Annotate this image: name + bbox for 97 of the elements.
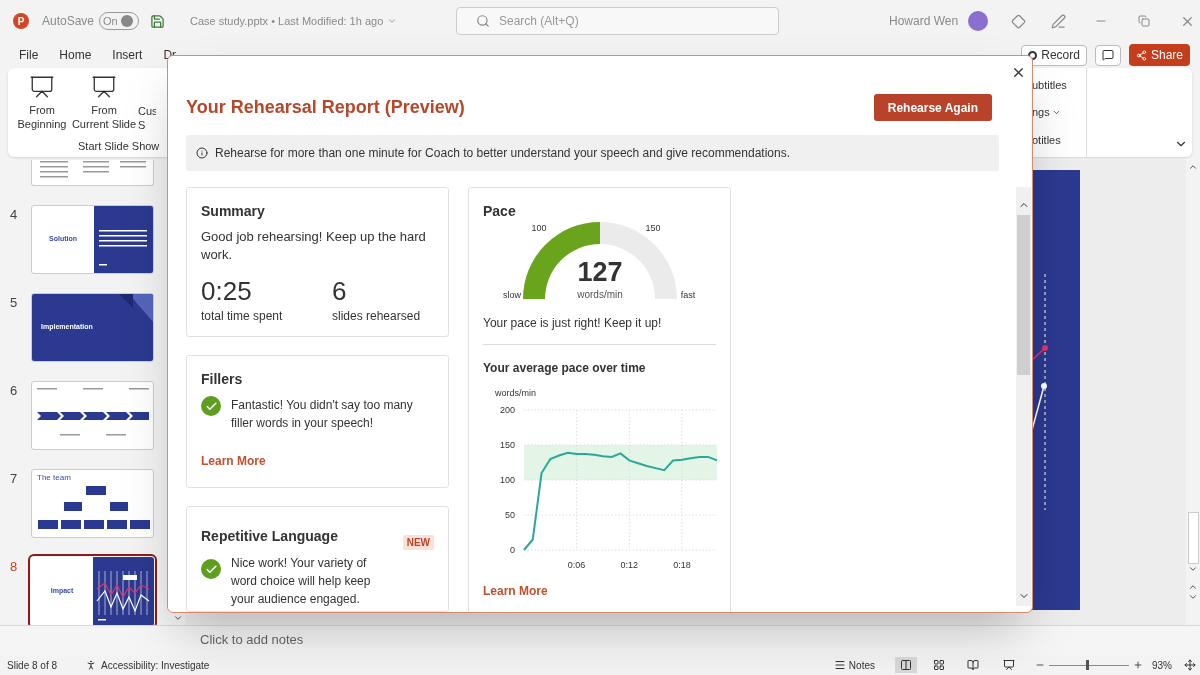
corner-shapes-drawing	[119, 294, 153, 324]
zoom-slider[interactable]	[1049, 660, 1129, 670]
slide-thumbnail[interactable]: The team	[31, 469, 154, 538]
next-slide-icon[interactable]	[1188, 592, 1198, 602]
y-tick-label: 200	[499, 405, 515, 415]
scroll-down-icon[interactable]	[173, 613, 183, 623]
zoom-level[interactable]: 93%	[1152, 657, 1172, 673]
card-message: Good job rehearsing! Keep up the hard work.	[201, 228, 427, 264]
restore-icon[interactable]	[1138, 15, 1151, 27]
stat-value: 6	[332, 276, 348, 306]
slide-number: 7	[9, 470, 19, 488]
diamond-icon[interactable]	[1011, 13, 1027, 29]
ribbon-item[interactable]: otitles	[1032, 131, 1061, 148]
new-badge: NEW	[402, 535, 434, 550]
slide-number: 5	[9, 294, 19, 312]
pace-message: Your pace is just right! Keep it up!	[483, 314, 716, 345]
rehearse-again-button[interactable]: Rehearse Again	[873, 94, 992, 121]
reading-view-icon[interactable]	[967, 659, 979, 671]
slide-title: The team	[37, 473, 71, 482]
scrollbar-thumb[interactable]	[1187, 512, 1199, 564]
group-label: Start Slide Show	[78, 138, 160, 154]
slide-number: 4	[9, 206, 19, 224]
fit-slide-icon[interactable]	[1184, 659, 1196, 671]
chart-title: Your average pace over time	[483, 360, 647, 377]
presentation-icon	[91, 74, 117, 100]
autosave-label: AutoSave	[42, 13, 95, 30]
learn-more-link[interactable]: Learn More	[201, 452, 266, 470]
search-icon	[476, 14, 490, 28]
x-tick-label: 0:06	[567, 560, 586, 570]
comment-icon	[1101, 49, 1114, 61]
caret-icon	[1051, 108, 1061, 117]
pen-icon[interactable]	[1051, 13, 1067, 29]
scroll-down-icon[interactable]	[1188, 564, 1198, 574]
share-button[interactable]: Share	[1128, 44, 1190, 66]
user-avatar[interactable]	[968, 11, 989, 31]
y-tick-label: 150	[499, 440, 515, 450]
close-icon[interactable]	[1011, 65, 1026, 80]
text-lines-drawing	[99, 230, 147, 266]
record-button[interactable]: Record	[1021, 44, 1087, 66]
stat-value: 0:25	[201, 276, 253, 306]
y-tick-label: 0	[510, 545, 515, 555]
info-icon	[196, 147, 208, 159]
pace-value: 127	[577, 257, 623, 287]
slide-thumbnail[interactable]	[31, 381, 154, 450]
stat-label: slides rehearsed	[332, 308, 422, 325]
notice-text: Rehearse for more than one minute for Coach to better understand your speech and give recommendations.	[215, 145, 790, 162]
notes-field[interactable]: Click to add notes	[200, 630, 304, 655]
ribbon-tab[interactable]: File	[19, 46, 39, 64]
app-logo: P	[13, 13, 29, 29]
notes-icon	[833, 659, 846, 671]
dialog-title: Your Rehearsal Report (Preview)	[186, 96, 465, 119]
ribbon-item[interactable]: ubtitles	[1032, 77, 1067, 94]
slide-number: 8	[9, 558, 19, 576]
accessibility-status[interactable]: Accessibility: Investigate	[101, 657, 210, 673]
dialog-scrollbar[interactable]	[1016, 187, 1031, 606]
stat-label: total time spent	[201, 308, 284, 325]
check-icon	[201, 396, 221, 416]
check-icon	[201, 559, 221, 579]
pace-unit: words/min	[577, 289, 623, 300]
card-title: Repetitive Language	[201, 526, 338, 545]
gauge-min-label: slow	[503, 290, 521, 300]
card-title: Pace	[483, 202, 517, 220]
grid-view-icon[interactable]	[933, 659, 945, 671]
user-name: Howard Wen	[889, 13, 959, 30]
presentation-icon	[29, 74, 55, 100]
x-tick-label: 0:12	[620, 560, 639, 570]
slideshow-icon[interactable]	[1003, 659, 1015, 671]
ribbon-tab[interactable]: Home	[59, 46, 92, 64]
normal-view-icon[interactable]	[895, 657, 917, 673]
x-tick-label: 0:18	[673, 560, 691, 570]
tick-label: 150	[645, 223, 661, 233]
ribbon-button[interactable]: From Beginning	[14, 74, 70, 132]
search-field[interactable]: Search (Alt+Q)	[456, 7, 779, 35]
scrollbar-thumb[interactable]	[1017, 215, 1030, 375]
zoom-thumb[interactable]	[1085, 660, 1089, 670]
card-message: Nice work! Your variety of word choice will help keep your audience engaged.	[231, 555, 372, 608]
tick-label: 100	[531, 223, 547, 233]
share-icon	[1135, 49, 1147, 61]
comments-button[interactable]	[1094, 44, 1121, 66]
zoom-in-icon[interactable]	[1133, 660, 1143, 670]
gauge-max-label: fast	[680, 290, 696, 300]
scroll-up-icon[interactable]	[1188, 162, 1198, 172]
slide-thumbnail[interactable]	[31, 160, 154, 186]
ribbon-tab[interactable]: Insert	[112, 46, 143, 64]
card-title: Summary	[201, 202, 266, 220]
previous-slide-icon[interactable]	[1188, 582, 1198, 592]
y-tick-label: 100	[499, 475, 515, 485]
notes-button[interactable]: Notes	[833, 657, 875, 673]
learn-more-link[interactable]: Learn More	[483, 582, 548, 600]
slide-number: 6	[9, 382, 19, 400]
ribbon-item[interactable]: ngs	[1032, 104, 1061, 121]
y-tick-label: 50	[505, 510, 515, 520]
card-message: Fantastic! You didn't say too many filler words in your speech!	[231, 397, 414, 432]
slide-count: Slide 8 of 8	[7, 658, 58, 673]
card-title: Fillers	[201, 370, 244, 388]
y-axis-label: words/min	[495, 388, 536, 398]
save-icon[interactable]	[150, 13, 166, 29]
